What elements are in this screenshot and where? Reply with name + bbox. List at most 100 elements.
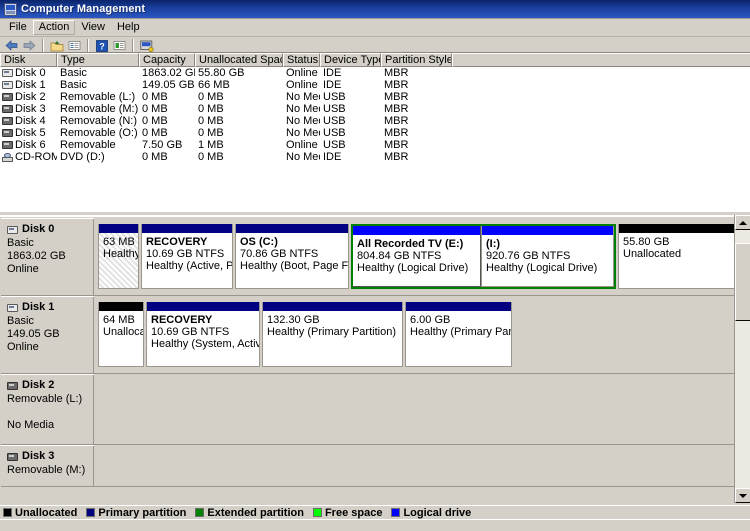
disk-partition-style-cell: MBR: [384, 151, 409, 163]
table-row[interactable]: Disk 1 Basic 149.05 GB 66 MB Online IDE MBR: [0, 79, 750, 91]
properties-icon[interactable]: [111, 38, 128, 53]
partition-block[interactable]: 64 MBUnallocated: [98, 302, 144, 367]
removable-disk-icon: [2, 93, 13, 101]
menu-item-action[interactable]: Action: [32, 20, 76, 35]
partition-block[interactable]: (I:) 920.76 GB NTFS Healthy (Logical Drive…: [481, 226, 614, 287]
table-row[interactable]: Disk 6 Removable 7.50 GB 1 MB Online USB MBR: [0, 139, 750, 151]
disk-device-type-cell: IDE: [323, 79, 342, 91]
disk-name-label: Disk 5: [15, 127, 46, 139]
disk-capacity-cell: 0 MB: [142, 127, 168, 139]
disk-capacity-cell: 7.50 GB: [142, 139, 183, 151]
extended-partition-group[interactable]: All Recorded TV (E:) 804.84 GB NTFS Health…: [351, 224, 616, 289]
partition-block[interactable]: All Recorded TV (E:) 804.84 GB NTFS Health…: [353, 226, 481, 287]
column-header-partition-style[interactable]: Partition Style: [381, 53, 452, 67]
legend-label: Logical drive: [403, 506, 472, 519]
disk-graphic-row[interactable]: Disk 3 Removable (M:): [1, 445, 734, 487]
menu-item-view[interactable]: View: [75, 20, 111, 35]
table-row[interactable]: CD-ROM 0DVD (D:) 0 MB 0 MB No MediaIDE MBR: [0, 151, 750, 163]
disk-partition-style-cell: MBR: [384, 103, 409, 115]
partition-text: 6.00 GBHealthy (Primary Partition): [406, 311, 511, 338]
partition-size: 55.80 GB: [623, 236, 670, 248]
disk-unallocated-cell: 66 MB: [198, 79, 230, 91]
column-header-device-type[interactable]: Device Type: [320, 53, 381, 67]
partition-size: 70.86 GB NTFS: [240, 248, 319, 260]
back-icon[interactable]: [3, 38, 20, 53]
disk-name-cell: Disk 2: [0, 91, 57, 103]
fixed-disk-icon: [7, 225, 18, 234]
partition-status: Healthy: [103, 248, 138, 260]
legend-item: Logical drive: [391, 507, 471, 519]
rescan-disks-icon[interactable]: [138, 38, 155, 53]
disk-type-cell: Removable: [60, 139, 116, 151]
help-icon[interactable]: ?: [93, 38, 110, 53]
graphical-view-scrollbar[interactable]: [734, 215, 750, 503]
partition-color-bar: [406, 302, 511, 311]
scroll-up-button[interactable]: [735, 215, 750, 230]
disk-graphic-row[interactable]: Disk 1 Basic149.05 GBOnline 64 MBUnallocat…: [1, 296, 734, 374]
menu-item-help[interactable]: Help: [111, 20, 146, 35]
scrollbar-track[interactable]: [735, 230, 750, 488]
disk-unallocated-cell: 55.80 GB: [198, 67, 245, 79]
partition-color-bar: [99, 224, 138, 233]
table-row[interactable]: Disk 0 Basic 1863.02 GB 55.80 GB Online IDE MB…: [0, 67, 750, 79]
column-header-type[interactable]: Type: [57, 53, 139, 67]
scrollbar-thumb[interactable]: [735, 243, 750, 321]
partition-color-bar: [263, 302, 402, 311]
table-row[interactable]: Disk 4 Removable (N:) 0 MB 0 MB No MediaUSB M…: [0, 115, 750, 127]
disk-graphic-status: No Media: [7, 419, 55, 431]
partition-block[interactable]: RECOVERY 10.69 GB NTFS Healthy (System, Ac…: [146, 302, 260, 367]
partition-block[interactable]: 132.30 GB Healthy (Primary Partition): [262, 302, 403, 367]
disk-info-panel[interactable]: Disk 1 Basic 149.05 GB Online: [1, 296, 94, 373]
disk-graphic-status: Online: [7, 341, 39, 353]
up-one-level-icon[interactable]: [48, 38, 65, 53]
partition-color-bar: [236, 224, 348, 233]
partition-status: Healthy (Boot, Page File: [240, 260, 348, 272]
disk-unallocated-cell: 0 MB: [198, 115, 224, 127]
partition-block[interactable]: 6.00 GBHealthy (Primary Partition): [405, 302, 512, 367]
table-row[interactable]: Disk 5 Removable (O:) 0 MB 0 MB No MediaUSB M…: [0, 127, 750, 139]
show-list-icon[interactable]: [66, 38, 83, 53]
disk-unallocated-cell: 0 MB: [198, 151, 224, 163]
disk-graphic-capacity: 1863.02 GB: [7, 250, 66, 262]
column-header-capacity[interactable]: Capacity: [139, 53, 195, 67]
removable-disk-icon: [2, 141, 13, 149]
disk-type-cell: Removable (O:): [60, 127, 138, 139]
disk-graphic-row[interactable]: Disk 2 Removable (L:) No Media: [1, 374, 734, 445]
column-header-disk[interactable]: Disk: [0, 53, 57, 67]
table-row[interactable]: Disk 3Removable (M:)0 MB0 MBNo MediaUSBM…: [0, 103, 750, 115]
disk-name-label: Disk 6: [15, 139, 46, 151]
removable-disk-icon: [7, 452, 18, 461]
svg-text:?: ?: [99, 41, 105, 51]
partition-text: 63 MB Healthy: [99, 233, 138, 260]
disk-device-type-cell: USB: [323, 127, 346, 139]
toolbar-separator: [87, 39, 89, 52]
disk-name-cell: Disk 0: [0, 67, 57, 79]
disk-graphic-row[interactable]: Disk 0 Basic 1863.02 GB Online 63 MB Healthy R…: [1, 218, 741, 296]
disk-capacity-cell: 1863.02 GB: [142, 67, 195, 79]
scroll-down-button[interactable]: [735, 488, 750, 503]
partition-strip: [94, 445, 734, 486]
disk-name-label: Disk 1: [15, 79, 46, 91]
menu-item-file[interactable]: File: [3, 20, 33, 35]
disk-name-cell: Disk 5: [0, 127, 57, 139]
column-header-unallocated[interactable]: Unallocated Space: [195, 53, 283, 67]
forward-icon[interactable]: [21, 38, 38, 53]
partition-size: 64 MB: [103, 314, 135, 326]
partition-status: Healthy (Primary Partition): [267, 326, 396, 338]
removable-disk-icon: [2, 105, 13, 113]
disk-device-type-cell: IDE: [323, 151, 342, 163]
column-header-status[interactable]: Status: [283, 53, 320, 67]
disk-device-type-cell: USB: [323, 103, 346, 115]
partition-block[interactable]: 63 MB Healthy: [98, 224, 139, 289]
disk-device-type-cell: USB: [323, 115, 346, 127]
partition-block[interactable]: RECOVERY 10.69 GB NTFS Healthy (Active, Pr…: [141, 224, 233, 289]
disk-info-panel[interactable]: Disk 2 Removable (L:) No Media: [1, 374, 94, 444]
partition-block[interactable]: OS (C:) 70.86 GB NTFS Healthy (Boot, Page …: [235, 224, 349, 289]
disk-info-panel[interactable]: Disk 0 Basic 1863.02 GB Online: [1, 218, 94, 295]
disk-graphic-name-label: Disk 1: [22, 301, 55, 313]
table-row[interactable]: Disk 2 Removable (L:) 0 MB 0 MB No MediaUSB M…: [0, 91, 750, 103]
partition-status: Unallocated: [623, 248, 682, 260]
partition-block[interactable]: 55.80 GB Unallocated: [618, 224, 735, 289]
disk-info-panel[interactable]: Disk 3 Removable (M:): [1, 445, 94, 486]
disk-status-cell: No Media: [286, 127, 320, 139]
